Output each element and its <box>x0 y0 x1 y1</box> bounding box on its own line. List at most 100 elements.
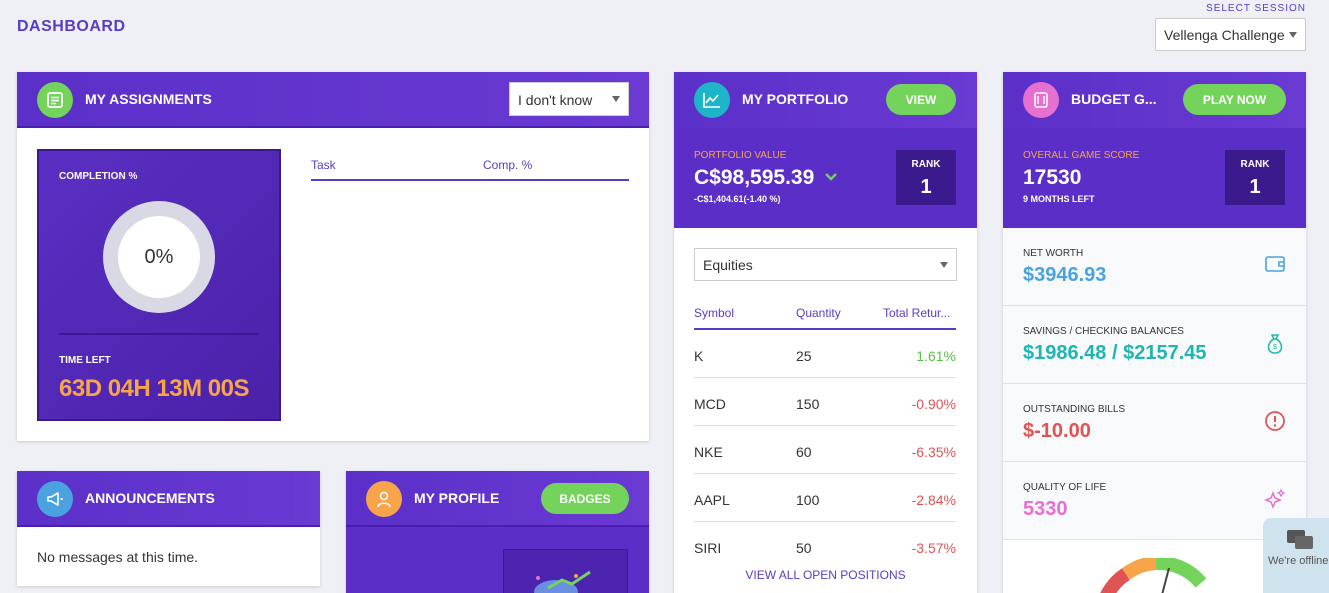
net-worth-value: $3946.93 <box>1023 264 1107 286</box>
savings-value: $1986.48 / $2157.45 <box>1023 342 1207 364</box>
column-header-symbol[interactable]: Symbol <box>694 306 734 320</box>
symbol-cell: AAPL <box>694 492 730 508</box>
divider <box>59 333 259 335</box>
wallet-icon <box>1265 256 1285 272</box>
budget-header: BUDGET G... PLAY NOW <box>1003 72 1306 128</box>
quality-of-life-label: QUALITY OF LIFE <box>1023 482 1107 493</box>
table-row[interactable]: SIRI 50 -3.57% <box>694 522 956 570</box>
session-label: SELECT SESSION <box>1206 3 1306 14</box>
symbol-cell: MCD <box>694 396 726 412</box>
symbol-cell: SIRI <box>694 540 722 556</box>
chevron-down-icon <box>825 173 837 181</box>
profile-header: MY PROFILE BADGES <box>346 471 649 527</box>
view-portfolio-button[interactable]: VIEW <box>886 84 956 115</box>
budget-summary: OVERALL GAME SCORE 17530 9 MONTHS LEFT R… <box>1003 128 1306 228</box>
svg-text:$: $ <box>1273 344 1277 351</box>
badges-button[interactable]: BADGES <box>541 483 629 514</box>
column-header-total-return[interactable]: Total Retur... <box>883 306 950 320</box>
bills-label: OUTSTANDING BILLS <box>1023 404 1126 415</box>
asset-class-select[interactable]: Equities <box>694 248 957 281</box>
budget-card: BUDGET G... PLAY NOW OVERALL GAME SCORE … <box>1003 72 1306 593</box>
caret-down-icon <box>940 261 948 268</box>
column-header-quantity[interactable]: Quantity <box>796 306 841 320</box>
play-now-button[interactable]: PLAY NOW <box>1183 84 1286 115</box>
savings-label: SAVINGS / CHECKING BALANCES <box>1023 326 1184 337</box>
profile-avatar-panel <box>503 549 628 593</box>
quantity-cell: 150 <box>796 396 820 412</box>
megaphone-icon <box>37 481 73 517</box>
table-row[interactable]: K 25 1.61% <box>694 330 956 378</box>
portfolio-rank-label: RANK <box>911 159 941 170</box>
return-cell: 1.61% <box>916 348 956 364</box>
symbol-cell: K <box>694 348 704 364</box>
portfolio-title: MY PORTFOLIO <box>742 91 849 107</box>
quantity-cell: 25 <box>796 348 812 364</box>
bills-row: OUTSTANDING BILLS $-10.00 <box>1003 384 1306 462</box>
net-worth-row: NET WORTH $3946.93 <box>1003 228 1306 306</box>
assignments-header: MY ASSIGNMENTS I don't know <box>17 72 649 128</box>
quantity-cell: 50 <box>796 540 812 556</box>
completion-value: 0% <box>118 216 200 298</box>
gauge-panel <box>1003 540 1306 593</box>
return-cell: -3.57% <box>911 540 956 556</box>
view-all-positions-link[interactable]: VIEW ALL OPEN POSITIONS <box>674 568 977 582</box>
portfolio-header: MY PORTFOLIO VIEW <box>674 72 977 128</box>
game-score-value: 17530 <box>1023 166 1082 189</box>
portfolio-value: C$98,595.39 <box>694 166 815 189</box>
chat-status: We're offline <box>1268 555 1329 567</box>
budget-rank-box: RANK 1 <box>1225 150 1285 205</box>
table-row[interactable]: AAPL 100 -2.84% <box>694 474 956 522</box>
chart-illustration-icon <box>534 570 591 593</box>
announcements-message: No messages at this time. <box>37 549 199 565</box>
column-header-completion[interactable]: Comp. % <box>483 158 532 172</box>
portfolio-rank-box: RANK 1 <box>896 150 956 205</box>
completion-ring: 0% <box>103 201 215 313</box>
time-left-label: TIME LEFT <box>59 355 111 366</box>
completion-label: COMPLETION % <box>59 171 138 182</box>
alert-icon <box>1265 411 1285 431</box>
assignments-card: MY ASSIGNMENTS I don't know COMPLETION %… <box>17 72 649 441</box>
page-title: DASHBOARD <box>17 18 126 35</box>
quantity-cell: 60 <box>796 444 812 460</box>
months-left: 9 MONTHS LEFT <box>1023 194 1095 204</box>
budget-title: BUDGET G... <box>1071 91 1157 107</box>
announcements-card: ANNOUNCEMENTS No messages at this time. <box>17 471 320 586</box>
net-worth-label: NET WORTH <box>1023 248 1084 259</box>
sparkle-icon <box>1264 488 1286 510</box>
assignments-filter-select[interactable]: I don't know <box>509 82 629 116</box>
completion-panel: COMPLETION % 0% TIME LEFT 63D 04H 13M 00… <box>37 149 281 421</box>
time-left-value: 63D 04H 13M 00S <box>59 375 249 402</box>
assignments-title: MY ASSIGNMENTS <box>85 91 212 107</box>
profile-title: MY PROFILE <box>414 490 500 506</box>
savings-row: SAVINGS / CHECKING BALANCES $1986.48 / $… <box>1003 306 1306 384</box>
caret-down-icon <box>612 96 620 102</box>
table-header-rule <box>311 179 629 181</box>
money-bag-icon: $ <box>1267 334 1283 354</box>
return-cell: -6.35% <box>911 444 956 460</box>
announcements-title: ANNOUNCEMENTS <box>85 490 215 506</box>
return-cell: -2.84% <box>911 492 956 508</box>
profile-icon <box>366 481 402 517</box>
assignment-icon <box>37 82 73 118</box>
portfolio-summary: PORTFOLIO VALUE C$98,595.39 -C$1,404.61(… <box>674 128 977 228</box>
table-row[interactable]: NKE 60 -6.35% <box>694 426 956 474</box>
chat-bubbles-icon <box>1287 530 1313 549</box>
portfolio-rank-value: 1 <box>920 176 932 198</box>
game-icon <box>1023 82 1059 118</box>
portfolio-change: -C$1,404.61(-1.40 %) <box>694 194 781 204</box>
announcements-header: ANNOUNCEMENTS <box>17 471 320 527</box>
profile-card: MY PROFILE BADGES <box>346 471 649 593</box>
gauge-icon <box>1100 558 1207 593</box>
assignments-filter-value: I don't know <box>518 92 593 108</box>
quality-of-life-row: QUALITY OF LIFE 5330 <box>1003 462 1306 540</box>
table-row[interactable]: MCD 150 -0.90% <box>694 378 956 426</box>
asset-class-value: Equities <box>703 257 753 273</box>
quantity-cell: 100 <box>796 492 820 508</box>
line-chart-icon <box>694 82 730 118</box>
portfolio-value-label: PORTFOLIO VALUE <box>694 150 787 161</box>
session-select[interactable]: Vellenga Challenge <box>1155 18 1306 51</box>
column-header-task[interactable]: Task <box>311 158 336 172</box>
quality-of-life-value: 5330 <box>1023 498 1068 520</box>
game-score-label: OVERALL GAME SCORE <box>1023 150 1140 161</box>
chat-widget[interactable]: We're offline <box>1263 518 1329 593</box>
